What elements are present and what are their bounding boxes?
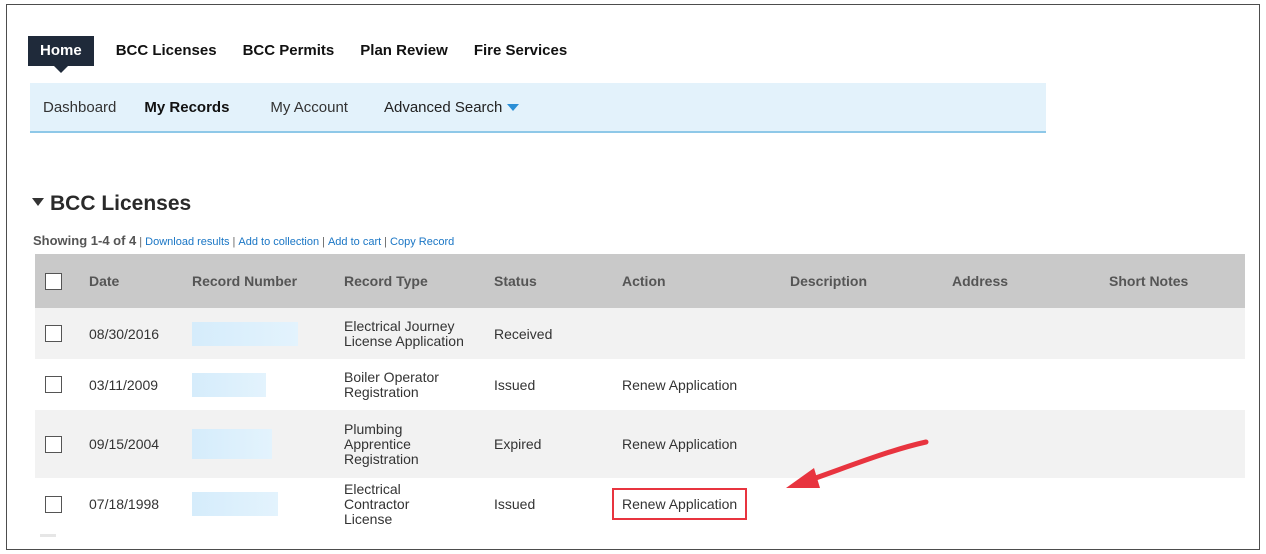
column-header-short-notes[interactable]: Short Notes bbox=[1101, 254, 1245, 308]
column-header-record-type[interactable]: Record Type bbox=[336, 254, 486, 308]
record-short-notes bbox=[1101, 410, 1245, 478]
record-short-notes bbox=[1101, 308, 1245, 359]
subnav-my-account[interactable]: My Account bbox=[270, 99, 348, 116]
record-action: Renew Application bbox=[612, 478, 782, 530]
row-select-cell bbox=[35, 410, 81, 478]
record-action: Renew Application bbox=[614, 359, 782, 410]
advanced-search-label: Advanced Search bbox=[383, 98, 503, 116]
table-row: 03/11/2009 Boiler Operator Registration … bbox=[35, 359, 1245, 410]
record-address bbox=[944, 478, 1101, 530]
record-number-cell bbox=[184, 359, 336, 410]
download-results-link[interactable]: Download results bbox=[145, 236, 229, 248]
tab-bcc-licenses[interactable]: BCC Licenses bbox=[106, 36, 227, 66]
record-date: 08/30/2016 bbox=[81, 308, 184, 359]
row-select-cell bbox=[35, 359, 81, 410]
record-number-cell bbox=[184, 478, 336, 530]
records-table: Date Record Number Record Type Status Ac… bbox=[35, 254, 1245, 530]
record-address bbox=[944, 410, 1101, 478]
record-date: 03/11/2009 bbox=[81, 359, 184, 410]
record-status: Expired bbox=[486, 410, 614, 478]
record-address bbox=[944, 308, 1101, 359]
subnav-advanced-search[interactable]: Advanced Search bbox=[383, 98, 520, 116]
add-to-collection-link[interactable]: Add to collection bbox=[238, 236, 319, 248]
table-row: 09/15/2004 Plumbing Apprentice Registrat… bbox=[35, 410, 1245, 478]
record-status: Issued bbox=[486, 359, 614, 410]
row-select-cell bbox=[35, 308, 81, 359]
tab-plan-review[interactable]: Plan Review bbox=[350, 36, 458, 66]
results-toolbar: Showing 1-4 of 4 | Download results | Add to… bbox=[33, 233, 455, 248]
record-status: Received bbox=[486, 308, 614, 359]
top-navigation: Home BCC Licenses BCC Permits Plan Revie… bbox=[28, 36, 583, 74]
results-count: Showing 1-4 of 4 bbox=[33, 233, 137, 248]
column-header-status[interactable]: Status bbox=[486, 254, 614, 308]
column-header-description[interactable]: Description bbox=[782, 254, 944, 308]
record-type: Electrical Journey License Application bbox=[336, 308, 486, 359]
add-to-cart-link[interactable]: Add to cart bbox=[328, 236, 381, 248]
column-header-action[interactable]: Action bbox=[614, 254, 782, 308]
record-address bbox=[944, 359, 1101, 410]
row-checkbox[interactable] bbox=[45, 376, 62, 394]
record-number-redacted[interactable] bbox=[192, 372, 266, 397]
record-status: Issued bbox=[486, 478, 614, 530]
tab-home[interactable]: Home bbox=[28, 36, 94, 73]
record-number-redacted[interactable] bbox=[192, 492, 278, 516]
record-number-redacted[interactable] bbox=[192, 321, 298, 346]
record-date: 09/15/2004 bbox=[81, 410, 184, 478]
chevron-down-icon bbox=[507, 104, 520, 112]
sub-navigation: Dashboard My Records My Account Advanced… bbox=[30, 83, 1046, 133]
subnav-my-records[interactable]: My Records bbox=[144, 99, 229, 116]
table-row: 08/30/2016 Electrical Journey License Ap… bbox=[35, 308, 1245, 359]
record-short-notes bbox=[1101, 359, 1245, 410]
copy-record-link[interactable]: Copy Record bbox=[390, 236, 454, 248]
renew-application-link[interactable]: Renew Application bbox=[622, 436, 737, 452]
record-type: Plumbing Apprentice Registration bbox=[336, 410, 486, 478]
record-type: Boiler Operator Registration bbox=[336, 359, 486, 410]
scroll-hint bbox=[40, 534, 56, 537]
row-checkbox[interactable] bbox=[45, 495, 62, 513]
record-short-notes bbox=[1101, 478, 1245, 530]
row-select-cell bbox=[35, 478, 81, 530]
tab-fire-services[interactable]: Fire Services bbox=[464, 36, 577, 66]
column-header-date[interactable]: Date bbox=[81, 254, 184, 308]
record-number-cell bbox=[184, 410, 336, 478]
collapse-triangle-icon[interactable] bbox=[32, 198, 44, 207]
select-all-checkbox[interactable] bbox=[45, 272, 62, 290]
record-type: Electrical Contractor License bbox=[336, 478, 486, 530]
record-date: 07/18/1998 bbox=[81, 478, 184, 530]
annotation-arrow-icon bbox=[786, 439, 929, 488]
record-action: Renew Application bbox=[614, 410, 782, 478]
row-checkbox[interactable] bbox=[45, 325, 62, 343]
record-number-cell bbox=[184, 308, 336, 359]
select-all-cell bbox=[35, 254, 81, 308]
record-action bbox=[614, 308, 782, 359]
subnav-dashboard[interactable]: Dashboard bbox=[43, 99, 116, 116]
row-checkbox[interactable] bbox=[45, 435, 62, 453]
table-row: 07/18/1998 Electrical Contractor License… bbox=[35, 478, 1245, 530]
section-title[interactable]: BCC Licenses bbox=[32, 192, 191, 216]
renew-application-link-highlighted[interactable]: Renew Application bbox=[612, 488, 748, 520]
record-number-redacted[interactable] bbox=[192, 429, 272, 459]
section-title-text: BCC Licenses bbox=[50, 192, 192, 215]
renew-application-link[interactable]: Renew Application bbox=[622, 377, 737, 393]
column-header-address[interactable]: Address bbox=[944, 254, 1101, 308]
record-description bbox=[782, 308, 944, 359]
column-header-record-number[interactable]: Record Number bbox=[184, 254, 336, 308]
record-description bbox=[782, 359, 944, 410]
tab-bcc-permits[interactable]: BCC Permits bbox=[233, 36, 345, 66]
table-header-row: Date Record Number Record Type Status Ac… bbox=[35, 254, 1245, 308]
